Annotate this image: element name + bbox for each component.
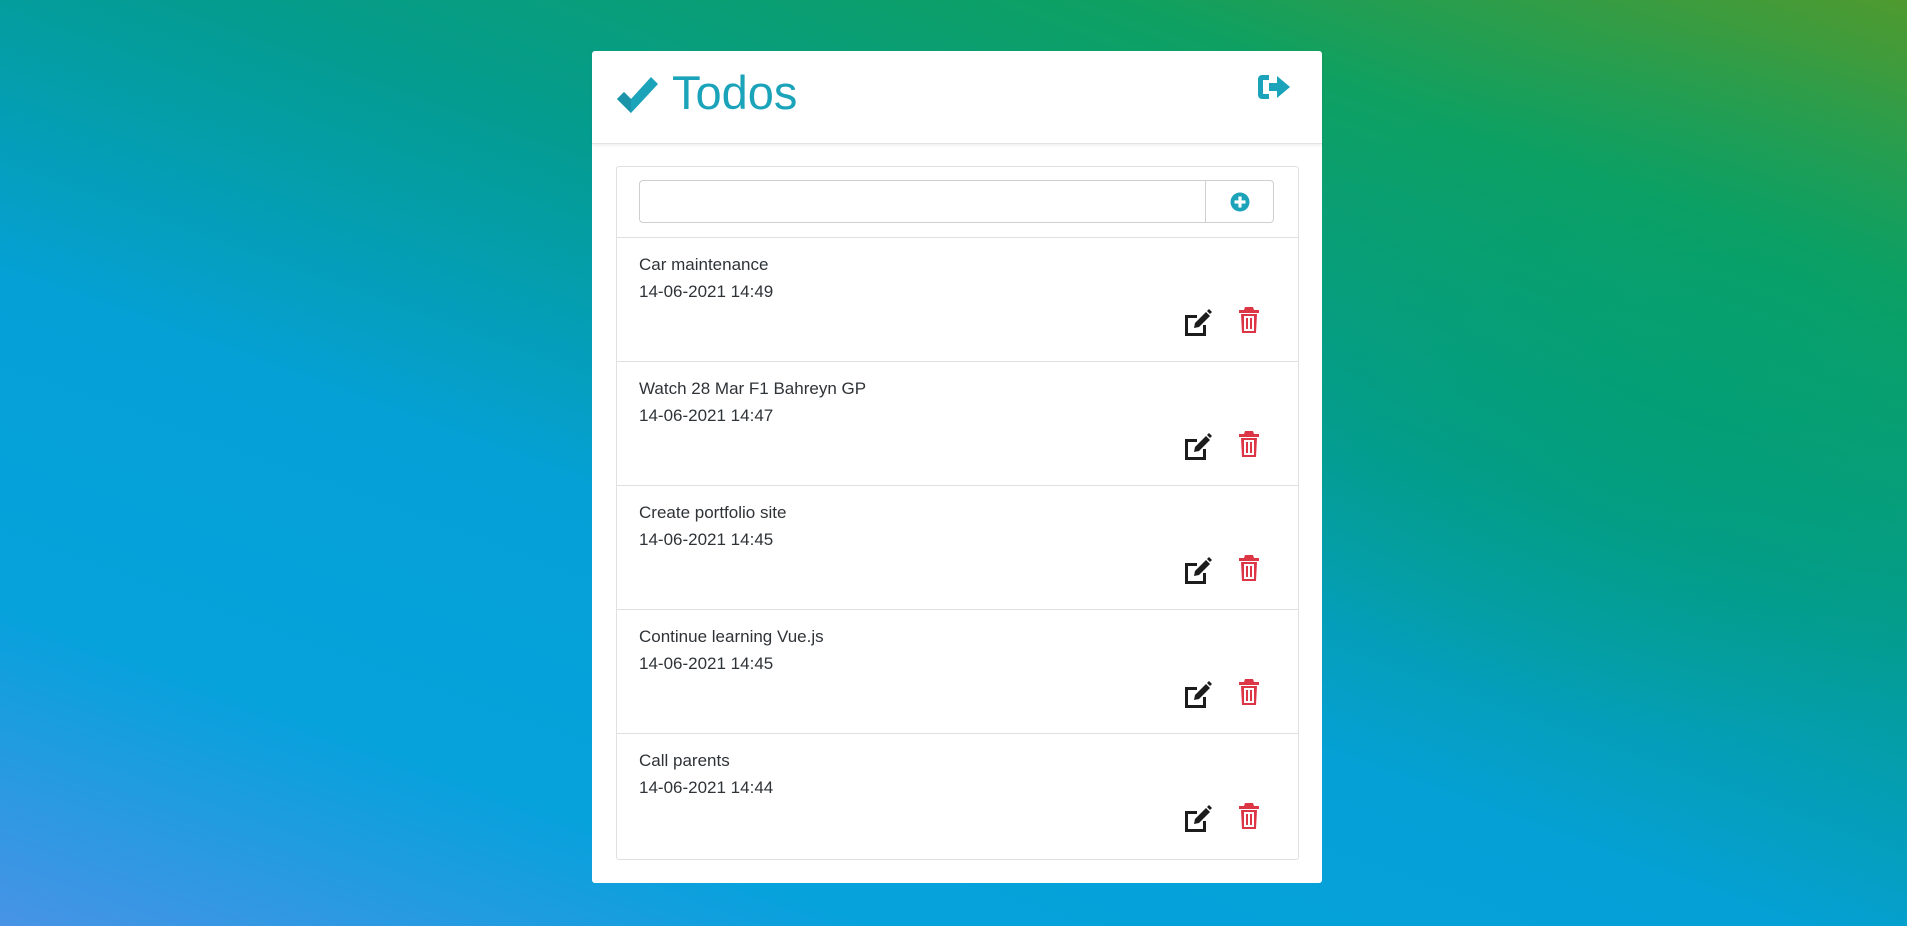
edit-icon[interactable] — [1182, 681, 1212, 709]
todo-title: Create portfolio site — [639, 503, 787, 522]
todo-title: Call parents — [639, 751, 730, 770]
todo-title: Continue learning Vue.js — [639, 627, 824, 646]
list-item: Continue learning Vue.js 14-06-2021 14:4… — [617, 610, 1298, 734]
card-header: Todos — [592, 51, 1322, 144]
todo-list: Car maintenance 14-06-2021 14:49 Watch 2… — [616, 166, 1299, 860]
sign-out-icon — [1258, 75, 1290, 99]
new-todo-row — [617, 167, 1298, 238]
list-item: Call parents 14-06-2021 14:44 — [617, 734, 1298, 858]
todo-date: 14-06-2021 14:45 — [639, 530, 774, 549]
edit-icon[interactable] — [1182, 805, 1212, 833]
list-item: Watch 28 Mar F1 Bahreyn GP 14-06-2021 14… — [617, 362, 1298, 486]
list-item: Car maintenance 14-06-2021 14:49 — [617, 238, 1298, 362]
new-todo-input[interactable] — [639, 180, 1205, 223]
todo-title: Car maintenance — [639, 255, 769, 274]
edit-icon[interactable] — [1182, 557, 1212, 585]
trash-icon[interactable] — [1238, 678, 1260, 706]
logout-button[interactable] — [1256, 71, 1292, 103]
todo-date: 14-06-2021 14:49 — [639, 282, 774, 301]
trash-icon[interactable] — [1238, 430, 1260, 458]
todo-card: Todos Car maintenance 14-06-2021 14:49 W… — [592, 51, 1322, 883]
double-check-icon — [617, 77, 658, 113]
plus-circle-icon — [1230, 192, 1249, 211]
list-item: Create portfolio site 14-06-2021 14:45 — [617, 486, 1298, 610]
page-title: Todos — [672, 66, 798, 119]
todo-date: 14-06-2021 14:47 — [639, 406, 774, 425]
trash-icon[interactable] — [1238, 802, 1260, 830]
todo-title: Watch 28 Mar F1 Bahreyn GP — [639, 379, 867, 398]
trash-icon[interactable] — [1238, 554, 1260, 582]
add-todo-button[interactable] — [1205, 180, 1274, 223]
edit-icon[interactable] — [1182, 309, 1212, 337]
todo-date: 14-06-2021 14:45 — [639, 654, 774, 673]
edit-icon[interactable] — [1182, 433, 1212, 461]
todo-date: 14-06-2021 14:44 — [639, 778, 774, 797]
trash-icon[interactable] — [1238, 306, 1260, 334]
